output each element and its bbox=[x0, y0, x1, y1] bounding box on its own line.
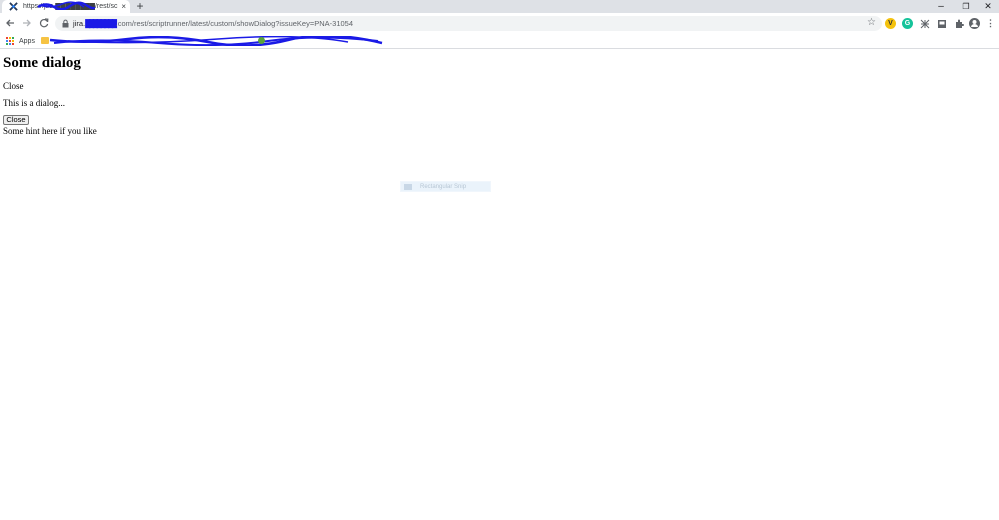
close-text: Close bbox=[3, 81, 24, 91]
profile-avatar-icon[interactable] bbox=[969, 18, 980, 29]
minimize-button[interactable]: – bbox=[930, 0, 952, 13]
new-tab-button[interactable]: + bbox=[134, 0, 146, 13]
url-host: jira. bbox=[73, 19, 86, 28]
apps-grid-icon bbox=[6, 37, 14, 45]
forward-button[interactable] bbox=[19, 15, 35, 31]
tab-close-icon[interactable]: × bbox=[121, 2, 126, 11]
dialog-text: This is a dialog... bbox=[3, 98, 65, 108]
redaction-scribble bbox=[37, 1, 96, 10]
url-text: jira.████████.com/rest/scriptrunner/late… bbox=[73, 18, 353, 29]
reload-button[interactable] bbox=[36, 15, 52, 31]
snip-label: Rectangular Snip bbox=[420, 183, 467, 190]
page-content: Some dialog Close This is a dialog... Cl… bbox=[3, 55, 703, 136]
url-path: .com/rest/scriptrunner/latest/custom/sho… bbox=[115, 19, 354, 28]
browser-tab[interactable]: https://jira.████████/rest/sc × bbox=[2, 0, 130, 13]
apps-shortcut[interactable]: Apps bbox=[6, 37, 35, 45]
url-redacted: ████████ bbox=[85, 19, 117, 28]
extension-grid-icon[interactable] bbox=[919, 18, 930, 29]
bookmark-favicon-green-icon[interactable] bbox=[258, 37, 265, 44]
apps-label: Apps bbox=[19, 37, 35, 45]
snip-icon bbox=[404, 183, 412, 190]
close-button[interactable]: Close bbox=[3, 115, 29, 125]
menu-dots-icon[interactable]: ⋮ bbox=[985, 18, 996, 29]
restore-button[interactable]: ❐ bbox=[955, 0, 977, 13]
lock-icon bbox=[62, 19, 69, 28]
tab-strip: https://jira.████████/rest/sc × + – ❐ ✕ bbox=[0, 0, 999, 13]
back-arrow-icon bbox=[6, 19, 14, 27]
extension-image-icon[interactable] bbox=[936, 18, 947, 29]
hint-text: Some hint here if you like bbox=[3, 126, 97, 136]
snip-tool-overlay: Rectangular Snip bbox=[400, 181, 491, 192]
extensions-puzzle-icon[interactable] bbox=[953, 18, 964, 29]
browser-toolbar: jira.████████.com/rest/scriptrunner/late… bbox=[0, 13, 999, 34]
page-title: Some dialog bbox=[3, 55, 81, 71]
redacted-bookmarks bbox=[49, 36, 383, 46]
address-bar[interactable]: jira.████████.com/rest/scriptrunner/late… bbox=[55, 16, 882, 31]
back-button[interactable] bbox=[2, 15, 18, 31]
reload-icon bbox=[39, 18, 49, 28]
grammarly-icon[interactable]: G bbox=[902, 18, 913, 29]
forward-arrow-icon bbox=[23, 19, 31, 27]
bookmark-star-icon[interactable]: ☆ bbox=[867, 17, 876, 29]
window-close-button[interactable]: ✕ bbox=[977, 0, 999, 13]
bookmarks-bar: Apps bbox=[0, 34, 999, 49]
jira-favicon-icon bbox=[8, 2, 18, 12]
extension-v-icon[interactable]: V bbox=[885, 18, 896, 29]
